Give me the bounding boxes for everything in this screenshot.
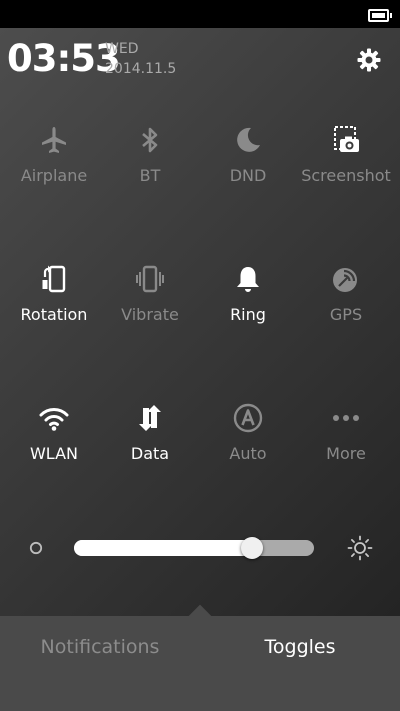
toggle-label: More bbox=[326, 444, 366, 463]
toggle-label: DND bbox=[229, 166, 267, 185]
toggle-label: Ring bbox=[230, 305, 266, 324]
battery-icon bbox=[368, 9, 392, 22]
gps-icon bbox=[333, 268, 357, 292]
clock-time: 03:53 bbox=[7, 37, 121, 80]
date-text: 2014.11.5 bbox=[105, 61, 177, 77]
bluetooth-icon bbox=[142, 127, 158, 153]
toggle-auto[interactable]: Auto bbox=[198, 384, 298, 484]
tab-toggles[interactable]: Toggles bbox=[200, 636, 400, 658]
brightness-slider-fill bbox=[74, 540, 252, 556]
toggle-more[interactable]: More bbox=[296, 384, 396, 484]
toggle-label: Screenshot bbox=[301, 166, 391, 185]
toggle-label: Airplane bbox=[20, 166, 88, 185]
toggle-ring[interactable]: Ring bbox=[198, 245, 298, 345]
toggle-dnd[interactable]: DND bbox=[198, 106, 298, 206]
toggle-wlan[interactable]: WLAN bbox=[4, 384, 104, 484]
rotation-icon bbox=[42, 265, 66, 293]
brightness-sun-icon bbox=[347, 535, 373, 561]
screenshot-icon bbox=[334, 126, 359, 152]
toggle-label: WLAN bbox=[29, 444, 78, 463]
toggle-rotation[interactable]: Rotation bbox=[4, 245, 104, 345]
toggle-gps[interactable]: GPS bbox=[296, 245, 396, 345]
toggle-airplane[interactable]: Airplane bbox=[4, 106, 104, 206]
wifi-icon bbox=[39, 408, 69, 431]
bell-icon bbox=[237, 267, 259, 292]
brightness-slider[interactable] bbox=[74, 540, 314, 556]
auto-brightness-icon bbox=[233, 403, 263, 433]
toggle-label: Vibrate bbox=[121, 305, 179, 324]
toggle-screenshot[interactable]: Screenshot bbox=[296, 106, 396, 206]
toggle-label: Rotation bbox=[20, 305, 88, 324]
dim-brightness-icon bbox=[29, 541, 43, 555]
vibrate-icon bbox=[136, 265, 164, 293]
toggle-label: BT bbox=[139, 166, 161, 185]
settings-button[interactable] bbox=[356, 47, 382, 73]
toggle-vibrate[interactable]: Vibrate bbox=[100, 245, 200, 345]
more-icon bbox=[333, 415, 359, 421]
toggle-data[interactable]: Data bbox=[100, 384, 200, 484]
brightness-slider-thumb[interactable] bbox=[240, 537, 263, 559]
toggle-label: Auto bbox=[229, 444, 267, 463]
day-of-week: WED bbox=[105, 41, 139, 57]
toggle-bt[interactable]: BT bbox=[100, 106, 200, 206]
tab-bar bbox=[0, 616, 400, 711]
data-arrows-icon bbox=[139, 405, 161, 431]
tab-notifications[interactable]: Notifications bbox=[0, 636, 200, 658]
toggle-label: Data bbox=[130, 444, 170, 463]
gear-icon bbox=[357, 48, 381, 72]
airplane-icon bbox=[42, 127, 66, 153]
toggle-label: GPS bbox=[329, 305, 363, 324]
status-bar bbox=[0, 0, 400, 28]
moon-icon bbox=[237, 127, 260, 152]
